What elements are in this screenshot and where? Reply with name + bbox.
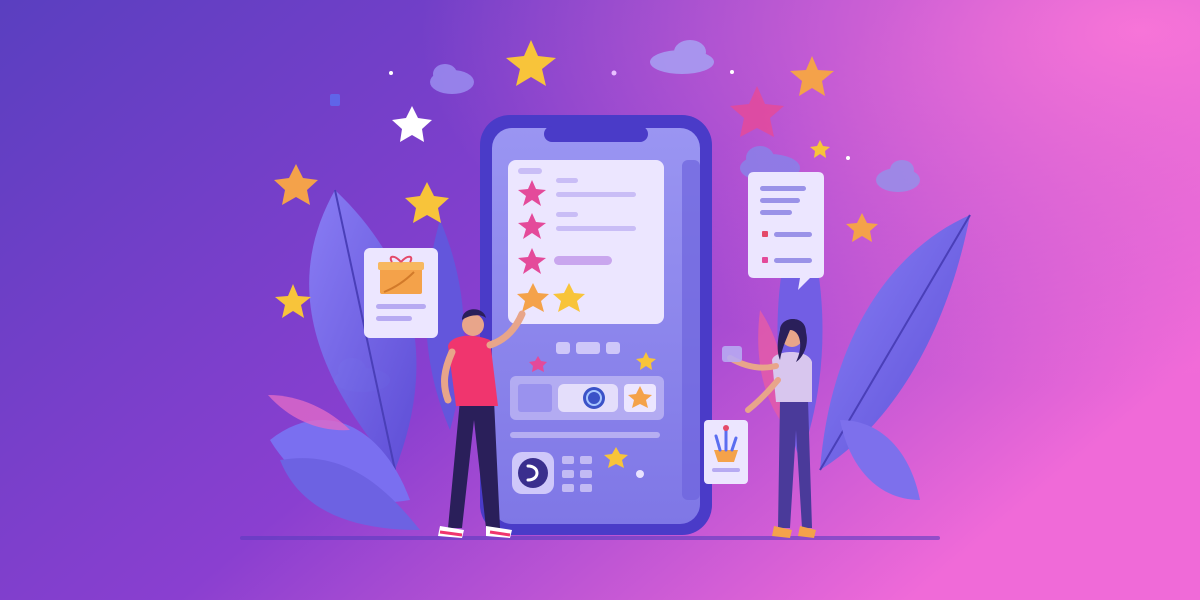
- text-line: [760, 186, 806, 191]
- text-line: [774, 258, 812, 263]
- sparkle: [611, 70, 617, 76]
- bullet-icon: [762, 257, 768, 263]
- sparkle: [846, 156, 850, 160]
- text-line: [774, 232, 812, 237]
- hero-illustration: [0, 0, 1200, 600]
- ground-line: [240, 536, 940, 540]
- phone-scroll-track: [682, 160, 700, 500]
- sparkle: [730, 70, 734, 74]
- play-icon[interactable]: [518, 458, 548, 488]
- text-line: [376, 316, 412, 321]
- thumbnail[interactable]: [518, 384, 552, 412]
- sparkle: [389, 71, 393, 75]
- gift-icon: [378, 255, 424, 294]
- text-line: [376, 304, 426, 309]
- control-chip[interactable]: [606, 342, 620, 354]
- indicator-dot: [636, 470, 644, 478]
- text-line: [760, 210, 792, 215]
- control-chip[interactable]: [556, 342, 570, 354]
- sparkle: [330, 94, 340, 106]
- text-line: [760, 198, 800, 203]
- progress-bar: [510, 432, 660, 438]
- review-card-handle: [518, 168, 542, 174]
- phone-notch: [544, 126, 648, 142]
- control-chip[interactable]: [576, 342, 600, 354]
- bullet-icon: [762, 231, 768, 237]
- illustration-canvas: [0, 0, 1200, 600]
